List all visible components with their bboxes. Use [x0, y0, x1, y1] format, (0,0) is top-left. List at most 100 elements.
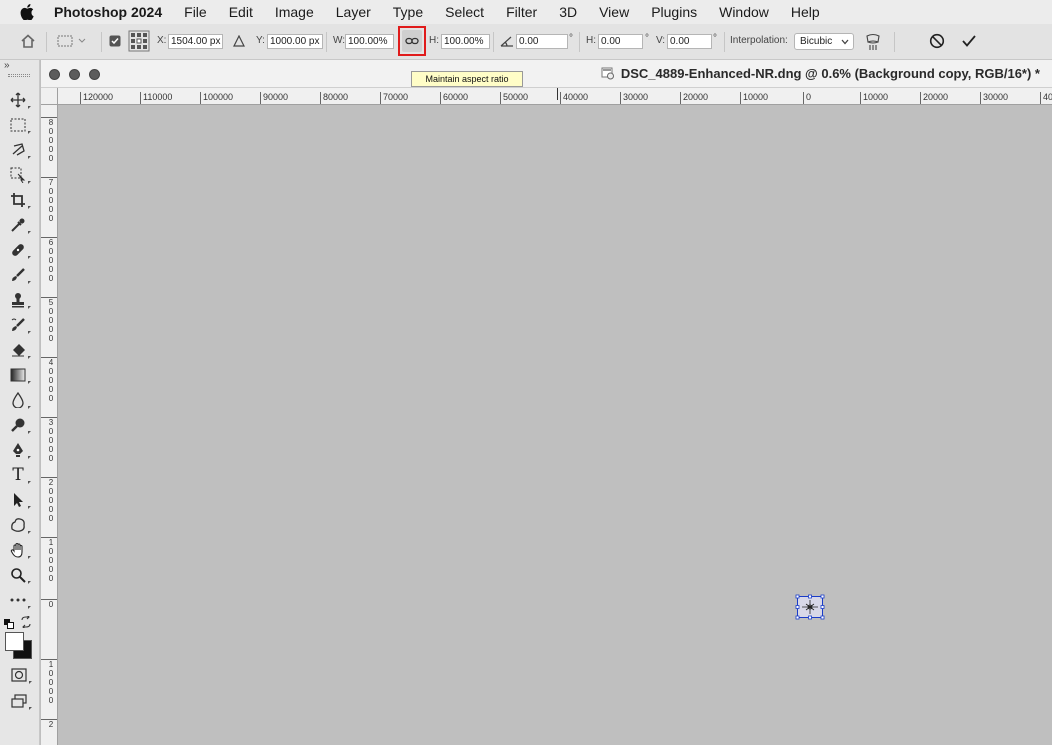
menu-plugins[interactable]: Plugins — [640, 0, 708, 24]
ruler-label: 90000 — [260, 92, 288, 104]
ruler-label-text: 2 — [48, 720, 54, 729]
width-field[interactable]: 100.00% — [345, 34, 394, 49]
apple-icon[interactable] — [0, 4, 54, 20]
menu-file[interactable]: File — [173, 0, 218, 24]
document-tab-bar: DSC_4889-Enhanced-NR.dng @ 0.6% (Backgro… — [41, 60, 1052, 88]
ruler-label-text: 1 0 0 0 0 — [48, 660, 54, 705]
ruler-label: 1 0 0 0 0 — [41, 537, 57, 583]
height-field[interactable]: 100.00% — [441, 34, 490, 49]
ruler-label-text: 3 0 0 0 0 — [48, 418, 54, 463]
dodge-tool-icon[interactable] — [8, 416, 28, 434]
cancel-transform-icon[interactable] — [927, 33, 947, 49]
menu-type[interactable]: Type — [382, 0, 434, 24]
hand-tool-icon[interactable] — [8, 541, 28, 559]
foreground-color-swatch[interactable] — [5, 632, 24, 651]
path-selection-tool-icon[interactable] — [8, 491, 28, 509]
ruler-label: 30000 — [980, 92, 1008, 104]
degree-symbol: ° — [713, 33, 717, 44]
healing-brush-tool-icon[interactable] — [8, 241, 28, 259]
transform-handles-icon — [795, 594, 825, 620]
pen-tool-icon[interactable] — [8, 441, 28, 459]
eyedropper-tool-icon[interactable] — [8, 216, 28, 234]
menu-help[interactable]: Help — [780, 0, 831, 24]
divider — [724, 32, 725, 52]
x-label: X: — [157, 35, 167, 46]
quick-mask-icon[interactable] — [9, 666, 29, 684]
menu-3d[interactable]: 3D — [548, 0, 588, 24]
zoom-tool-icon[interactable] — [8, 566, 28, 584]
x-position-field[interactable]: 1504.00 px — [168, 34, 223, 49]
ruler-label: 70000 — [380, 92, 408, 104]
marquee-tool-icon[interactable] — [8, 116, 28, 134]
menu-layer[interactable]: Layer — [325, 0, 382, 24]
ruler-label: 2 — [41, 719, 57, 729]
ruler-label: 40 — [1040, 92, 1052, 104]
menu-view[interactable]: View — [588, 0, 640, 24]
close-window-button[interactable] — [49, 69, 60, 80]
history-brush-tool-icon[interactable] — [8, 316, 28, 334]
y-label: Y: — [256, 35, 265, 46]
gradient-tool-icon[interactable] — [8, 366, 28, 384]
menu-image[interactable]: Image — [264, 0, 325, 24]
y-position-field[interactable]: 1000.00 px — [267, 34, 323, 49]
move-tool-icon[interactable] — [8, 91, 28, 109]
commit-transform-icon[interactable] — [959, 33, 979, 49]
delta-icon[interactable] — [232, 33, 246, 49]
interpolation-select[interactable]: Bicubic — [794, 33, 854, 50]
app-menu[interactable]: Photoshop 2024 — [54, 0, 173, 24]
screen-mode-icon[interactable] — [9, 692, 29, 710]
shape-tool-icon[interactable] — [8, 516, 28, 534]
menu-edit[interactable]: Edit — [218, 0, 264, 24]
zoom-window-button[interactable] — [89, 69, 100, 80]
ruler-label-text: 7 0 0 0 0 — [48, 178, 54, 223]
default-colors-icon[interactable] — [4, 616, 14, 629]
menu-select[interactable]: Select — [434, 0, 495, 24]
ruler-label: 3 0 0 0 0 — [41, 417, 57, 463]
menu-filter[interactable]: Filter — [495, 0, 548, 24]
ruler-label-text: 5 0 0 0 0 — [48, 298, 54, 343]
minimize-window-button[interactable] — [69, 69, 80, 80]
vertical-ruler[interactable]: 8 0 0 0 0 7 0 0 0 0 6 0 0 0 0 5 0 0 0 0 … — [41, 105, 58, 745]
ruler-label: 8 0 0 0 0 — [41, 117, 57, 163]
tool-preset-icon[interactable] — [56, 33, 86, 49]
ruler-origin[interactable] — [41, 88, 58, 105]
horizontal-skew-field[interactable]: 0.00 — [598, 34, 643, 49]
ruler-label: 50000 — [500, 92, 528, 104]
home-icon[interactable] — [18, 33, 38, 49]
clone-stamp-tool-icon[interactable] — [8, 291, 28, 309]
ruler-label: 20000 — [680, 92, 708, 104]
interpolation-value: Bicubic — [800, 36, 833, 47]
menu-window[interactable]: Window — [708, 0, 780, 24]
blur-tool-icon[interactable] — [8, 391, 28, 409]
link-chain-icon[interactable] — [402, 30, 422, 52]
rotate-angle-icon — [499, 33, 515, 49]
canvas-area[interactable] — [58, 105, 1052, 745]
panel-grip[interactable] — [8, 74, 30, 77]
divider — [46, 32, 47, 52]
ruler-label: 2 0 0 0 0 — [41, 477, 57, 523]
ruler-label-text: 1 0 0 0 0 — [48, 538, 54, 583]
eraser-tool-icon[interactable] — [8, 341, 28, 359]
degree-symbol: ° — [569, 33, 573, 44]
brush-tool-icon[interactable] — [8, 266, 28, 284]
collapse-panel-icon[interactable]: » — [4, 60, 10, 71]
ruler-label: 7 0 0 0 0 — [41, 177, 57, 223]
reference-point-grid-icon[interactable] — [128, 30, 150, 52]
swap-colors-icon[interactable] — [20, 614, 32, 630]
h-label: H: — [429, 35, 439, 46]
crop-tool-icon[interactable] — [8, 191, 28, 209]
transform-bounding-box[interactable] — [795, 594, 825, 620]
rotate-angle-field[interactable]: 0.00 — [516, 34, 568, 49]
type-tool-icon[interactable]: T — [8, 465, 28, 485]
ruler-label-text: 4 0 0 0 0 — [48, 358, 54, 403]
warp-mode-icon[interactable] — [864, 32, 882, 52]
more-tools-icon[interactable] — [8, 591, 28, 609]
ruler-label: 10000 — [740, 92, 768, 104]
vertical-skew-field[interactable]: 0.00 — [667, 34, 712, 49]
object-selection-tool-icon[interactable] — [8, 166, 28, 184]
reference-point-checkbox[interactable] — [108, 33, 122, 49]
horizontal-ruler[interactable]: 120000 110000 100000 90000 80000 70000 6… — [58, 88, 1052, 105]
w-label: W: — [333, 35, 346, 46]
lasso-tool-icon[interactable] — [8, 141, 28, 159]
ruler-label: 100000 — [200, 92, 233, 104]
